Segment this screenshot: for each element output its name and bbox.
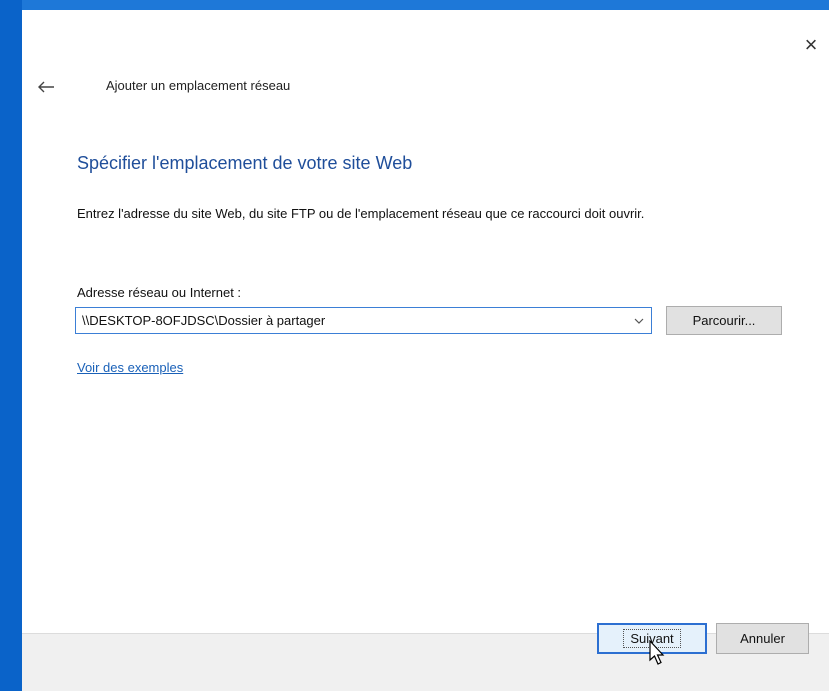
close-button[interactable]: ×: [798, 32, 824, 58]
instruction-text: Entrez l'adresse du site Web, du site FT…: [77, 206, 645, 221]
address-input[interactable]: [76, 308, 627, 333]
dialog-footer: [22, 633, 829, 691]
desktop-edge-top: [22, 0, 829, 10]
next-button[interactable]: Suivant: [597, 623, 707, 654]
dropdown-button[interactable]: [627, 308, 651, 333]
chevron-down-icon: [634, 318, 644, 324]
address-combobox[interactable]: [75, 307, 652, 334]
cancel-button[interactable]: Annuler: [716, 623, 809, 654]
address-label: Adresse réseau ou Internet :: [77, 285, 242, 300]
desktop-edge-left: [0, 0, 22, 691]
examples-link[interactable]: Voir des exemples: [77, 360, 183, 375]
close-icon: ×: [804, 32, 818, 57]
dialog-header-title: Ajouter un emplacement réseau: [106, 78, 291, 93]
screen: × Ajouter un emplacement réseau Spécifie…: [0, 0, 829, 691]
next-button-label: Suivant: [623, 629, 681, 648]
page-title: Spécifier l'emplacement de votre site We…: [77, 153, 413, 173]
back-arrow-icon: [38, 81, 54, 93]
back-button[interactable]: [34, 78, 58, 96]
browse-button[interactable]: Parcourir...: [666, 306, 782, 335]
add-network-location-dialog: × Ajouter un emplacement réseau Spécifie…: [22, 10, 829, 691]
